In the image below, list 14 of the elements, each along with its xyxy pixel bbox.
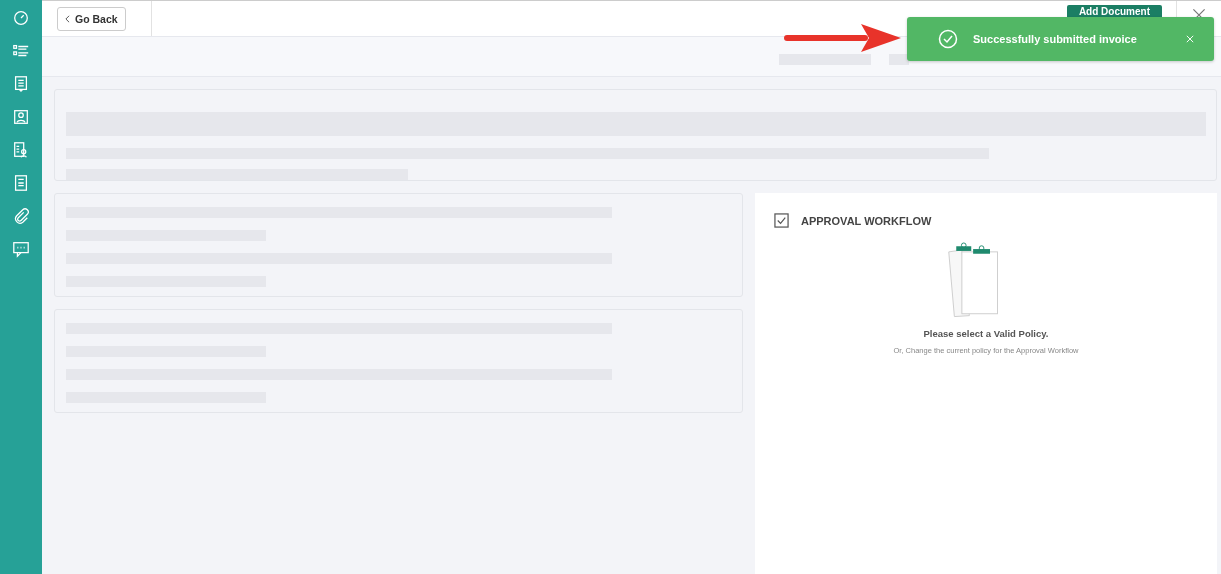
check-circle-icon <box>938 29 958 49</box>
panel-title: APPROVAL WORKFLOW <box>801 214 932 227</box>
chat-icon[interactable] <box>12 240 30 258</box>
document-icon[interactable] <box>12 75 30 93</box>
gauge-icon[interactable] <box>12 9 30 27</box>
paperclip-icon[interactable] <box>12 207 30 225</box>
document-person-icon[interactable] <box>12 141 30 159</box>
toast-message: Successfully submitted invoice <box>973 33 1138 45</box>
sheet-icon[interactable] <box>12 174 30 192</box>
chevron-left-icon <box>65 14 70 23</box>
back-button[interactable]: Go Back <box>57 6 126 31</box>
contact-card-icon[interactable] <box>12 108 30 126</box>
policy-message: Please select a Valid Policy. <box>923 328 1049 339</box>
checkbox-icon <box>774 213 789 228</box>
